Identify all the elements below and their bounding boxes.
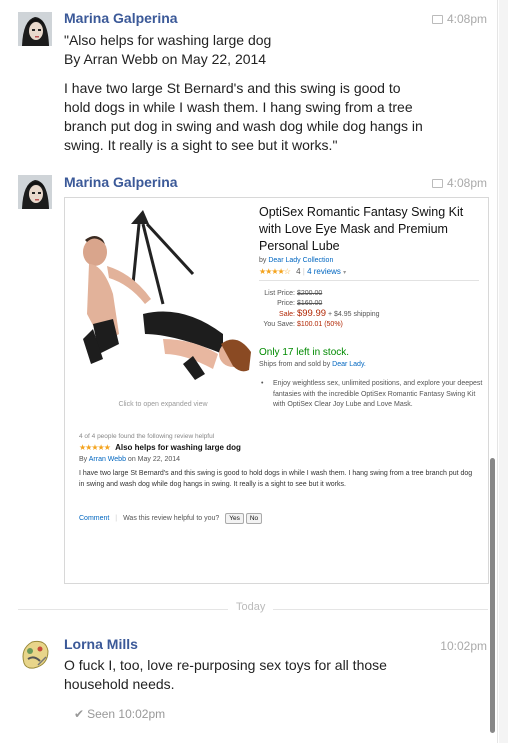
sender-name[interactable]: Marina Galperina: [64, 174, 178, 190]
shared-image-attachment[interactable]: Click to open expanded view OptiSex Roma…: [64, 197, 489, 584]
product-image: Click to open expanded view: [73, 204, 253, 408]
body-line: hold dogs in while I wash them. I hang s…: [64, 99, 413, 115]
date-divider-label: Today: [228, 601, 274, 613]
review-by-label: By: [79, 456, 88, 463]
seller-link: Dear Lady.: [332, 361, 366, 368]
review-header: ★★★★★ Also helps for washing large dog: [79, 443, 241, 452]
feature-bullet: • Enjoy weightless sex, unlimited positi…: [261, 379, 483, 411]
no-button: No: [245, 513, 263, 524]
review-text: I have two large St Bernard's and this s…: [79, 470, 473, 488]
message-text: "Also helps for washing large dog By Arr…: [64, 31, 423, 155]
panel-border: [497, 0, 498, 743]
ships-from-line: Ships from and sold by Dear Lady.: [259, 361, 366, 368]
yes-button: Yes: [225, 513, 244, 524]
you-save-label: You Save:: [263, 321, 295, 328]
avatar-marina[interactable]: [18, 12, 52, 46]
review-byline: By Arran Webb on May 22, 2014: [79, 456, 180, 463]
stock-status: Only 17 left in stock.: [259, 347, 350, 358]
helpful-note: 4 of 4 people found the following review…: [79, 433, 215, 440]
bullet-text: Enjoy weightless sex, unlimited position…: [273, 380, 483, 408]
shipping: + $4.95 shipping: [327, 311, 380, 318]
seen-label: Seen 10:02pm: [87, 707, 166, 721]
time-label: 4:08pm: [446, 12, 487, 26]
quote-line: By Arran Webb on May 22, 2014: [64, 51, 267, 67]
sale-label: Sale:: [279, 311, 295, 318]
star-rating-icon: ★★★★☆: [259, 267, 291, 276]
price-label: Price:: [277, 300, 295, 307]
review-stars-icon: ★★★★★: [79, 443, 111, 452]
quote-line: "Also helps for washing large dog: [64, 32, 272, 48]
review-title: Also helps for washing large dog: [115, 443, 241, 452]
scrollbar-thumb[interactable]: [490, 458, 495, 733]
message-time: 4:08pm: [431, 176, 487, 190]
seen-status: ✔ Seen 10:02pm: [74, 707, 165, 721]
message-text: O fuck I, too, love re-purposing sex toy…: [64, 656, 387, 694]
body-line: household needs.: [64, 676, 175, 692]
brand-line: by Dear Lady Collection: [259, 257, 333, 264]
sender-name[interactable]: Lorna Mills: [64, 636, 138, 652]
body-line: O fuck I, too, love re-purposing sex toy…: [64, 657, 387, 673]
you-save: $100.01 (50%): [296, 321, 343, 328]
scrollbar-track[interactable]: [499, 0, 508, 743]
reviews-link: 4 reviews: [307, 267, 341, 276]
review-actions: Comment | Was this review helpful to you…: [79, 513, 263, 524]
review-date: on May 22, 2014: [127, 456, 181, 463]
price: $160.00: [296, 300, 323, 307]
avatar-lorna[interactable]: [18, 637, 52, 671]
rating-count: 4: [296, 267, 301, 276]
body-line: branch put dog in swing and wash dog whi…: [64, 118, 423, 134]
time-label: 10:02pm: [440, 639, 487, 653]
by-label: by: [259, 257, 267, 264]
price-block: List Price: $200.00 Price: $160.00 Sale:…: [259, 289, 380, 330]
comment-link: Comment: [79, 515, 110, 522]
chat-bubble-icon: [431, 15, 443, 25]
image-caption: Click to open expanded view: [118, 401, 208, 408]
body-line: swing. It really is a sight to see but i…: [64, 137, 338, 153]
chat-conversation: Marina Galperina 4:08pm "Also helps for …: [0, 0, 497, 743]
sale-price: $99.99: [296, 308, 327, 319]
body-line: I have two large St Bernard's and this s…: [64, 80, 401, 96]
message-time: 10:02pm: [440, 639, 487, 653]
product-title: OptiSex Romantic Fantasy Swing Kit with …: [259, 205, 464, 253]
checkmark-icon: ✔: [74, 707, 85, 721]
rating-line: ★★★★☆ 4 | 4 reviews ▾: [259, 267, 347, 276]
avatar-marina[interactable]: [18, 175, 52, 209]
divider: [259, 280, 479, 281]
time-label: 4:08pm: [446, 176, 487, 190]
review-author: Arran Webb: [88, 456, 126, 463]
list-price-label: List Price:: [264, 290, 295, 297]
helpful-question: Was this review helpful to you?: [123, 515, 220, 522]
brand-link: Dear Lady Collection: [268, 257, 334, 264]
list-price: $200.00: [296, 290, 323, 297]
message-time: 4:08pm: [431, 12, 487, 26]
sender-name[interactable]: Marina Galperina: [64, 10, 178, 26]
ships-from-label: Ships from and sold by: [259, 361, 331, 368]
chat-bubble-icon: [431, 179, 443, 189]
